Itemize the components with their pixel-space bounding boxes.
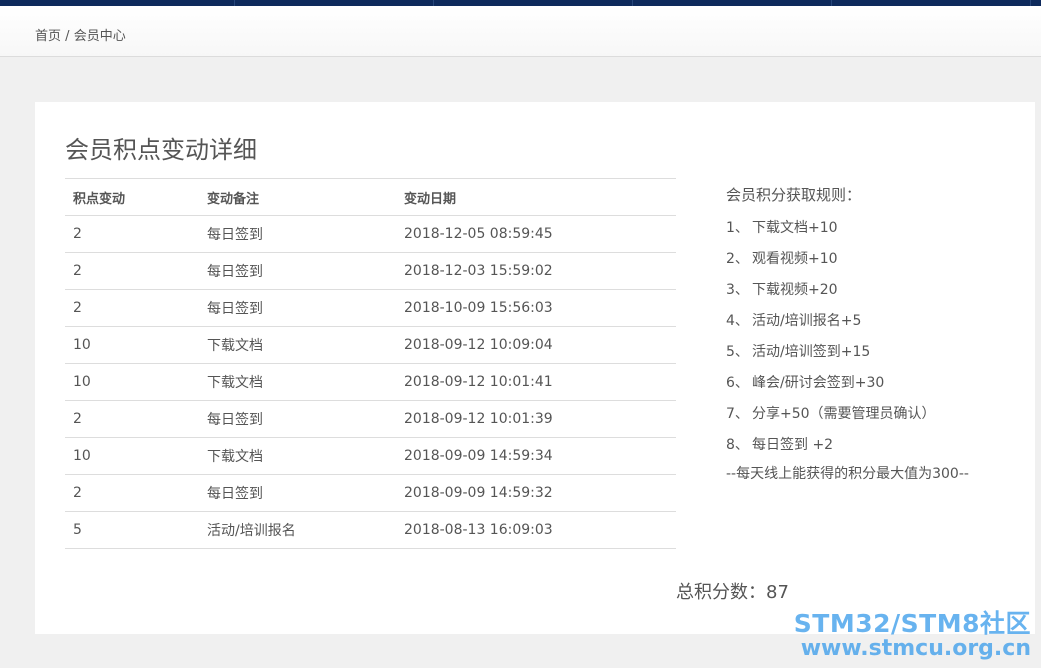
table-row: 2 每日签到 2018-09-09 14:59:32 bbox=[65, 474, 676, 512]
rule-number: 5、 bbox=[726, 344, 749, 360]
cell-date: 2018-12-03 15:59:02 bbox=[396, 252, 676, 290]
table-row: 5 活动/培训报名 2018-08-13 16:09:03 bbox=[65, 511, 676, 549]
cell-points: 2 bbox=[65, 252, 199, 290]
rule-item: 8、 每日签到 +2 bbox=[726, 434, 1016, 465]
rules-title: 会员积分获取规则： bbox=[726, 186, 862, 204]
breadcrumb-bar: 首页 / 会员中心 bbox=[0, 6, 1041, 57]
rule-number: 4、 bbox=[726, 313, 749, 329]
rule-text: 下载文档+10 bbox=[752, 220, 838, 236]
table-row: 10 下载文档 2018-09-12 10:09:04 bbox=[65, 326, 676, 364]
cell-points: 2 bbox=[65, 215, 199, 253]
rule-text: 活动/培训报名+5 bbox=[752, 313, 862, 329]
rule-number: 2、 bbox=[726, 251, 749, 267]
column-header-remark: 变动备注 bbox=[199, 178, 396, 216]
rule-text: 下载视频+20 bbox=[752, 282, 838, 298]
rule-text: 峰会/研讨会签到+30 bbox=[752, 375, 885, 391]
table-row: 2 每日签到 2018-10-09 15:56:03 bbox=[65, 289, 676, 327]
table-row: 2 每日签到 2018-09-12 10:01:39 bbox=[65, 400, 676, 438]
breadcrumb-current-link[interactable]: 会员中心 bbox=[74, 29, 126, 44]
cell-remark: 下载文档 bbox=[199, 437, 396, 475]
total-points: 总积分数：87 bbox=[676, 578, 789, 604]
rule-item: 2、 观看视频+10 bbox=[726, 248, 1016, 279]
rule-number: 8、 bbox=[726, 437, 749, 453]
cell-points: 10 bbox=[65, 326, 199, 364]
breadcrumb-home-link[interactable]: 首页 bbox=[35, 29, 61, 44]
cell-date: 2018-09-12 10:01:41 bbox=[396, 363, 676, 401]
watermark-site-name: STM32/STM8社区 bbox=[793, 608, 1031, 638]
cell-remark: 活动/培训报名 bbox=[199, 511, 396, 549]
cell-date: 2018-08-13 16:09:03 bbox=[396, 511, 676, 549]
rule-item: 5、 活动/培训签到+15 bbox=[726, 341, 1016, 372]
rule-text: 活动/培训签到+15 bbox=[752, 344, 871, 360]
cell-remark: 每日签到 bbox=[199, 474, 396, 512]
rule-item: 3、 下载视频+20 bbox=[726, 279, 1016, 310]
cell-remark: 每日签到 bbox=[199, 252, 396, 290]
rule-number: 7、 bbox=[726, 406, 749, 422]
cell-points: 2 bbox=[65, 400, 199, 438]
cell-points: 10 bbox=[65, 363, 199, 401]
rule-item: 1、 下载文档+10 bbox=[726, 217, 1016, 248]
table-row: 10 下载文档 2018-09-09 14:59:34 bbox=[65, 437, 676, 475]
cell-points: 2 bbox=[65, 474, 199, 512]
points-rules: 会员积分获取规则： 1、 下载文档+10 2、 观看视频+10 3、 下载视频+20 … bbox=[726, 184, 1016, 483]
cell-remark: 每日签到 bbox=[199, 400, 396, 438]
cell-remark: 下载文档 bbox=[199, 363, 396, 401]
breadcrumb-separator: / bbox=[65, 29, 70, 44]
cell-date: 2018-09-09 14:59:34 bbox=[396, 437, 676, 475]
column-header-date: 变动日期 bbox=[396, 178, 676, 216]
column-header-points: 积点变动 bbox=[65, 178, 199, 216]
rules-daily-limit-note: --每天线上能获得的积分最大值为300-- bbox=[726, 466, 969, 482]
rule-text: 每日签到 +2 bbox=[752, 437, 834, 453]
points-panel: 会员积点变动详细 积点变动 变动备注 变动日期 2 每日签到 2018-12-0… bbox=[35, 102, 1035, 634]
table-header-row: 积点变动 变动备注 变动日期 bbox=[65, 178, 676, 216]
table-row: 2 每日签到 2018-12-05 08:59:45 bbox=[65, 215, 676, 253]
cell-points: 10 bbox=[65, 437, 199, 475]
total-points-value: 87 bbox=[766, 582, 789, 603]
watermark-site-url: www.stmcu.org.cn bbox=[800, 635, 1031, 661]
cell-date: 2018-09-09 14:59:32 bbox=[396, 474, 676, 512]
cell-remark: 下载文档 bbox=[199, 326, 396, 364]
cell-date: 2018-12-05 08:59:45 bbox=[396, 215, 676, 253]
site-watermark: STM32/STM8社区 www.stmcu.org.cn bbox=[793, 608, 1031, 661]
rule-text: 分享+50（需要管理员确认） bbox=[752, 406, 936, 422]
rule-item: 6、 峰会/研讨会签到+30 bbox=[726, 372, 1016, 403]
rule-item: 7、 分享+50（需要管理员确认） bbox=[726, 403, 1016, 434]
cell-remark: 每日签到 bbox=[199, 289, 396, 327]
rule-text: 观看视频+10 bbox=[752, 251, 838, 267]
table-row: 2 每日签到 2018-12-03 15:59:02 bbox=[65, 252, 676, 290]
rule-number: 1、 bbox=[726, 220, 749, 236]
cell-points: 2 bbox=[65, 289, 199, 327]
rules-list: 1、 下载文档+10 2、 观看视频+10 3、 下载视频+20 4、 活动/培训报名+… bbox=[726, 217, 1016, 465]
page-title: 会员积点变动详细 bbox=[65, 136, 257, 164]
breadcrumb: 首页 / 会员中心 bbox=[35, 25, 126, 44]
cell-points: 5 bbox=[65, 511, 199, 549]
table-row: 10 下载文档 2018-09-12 10:01:41 bbox=[65, 363, 676, 401]
total-points-label: 总积分数： bbox=[676, 582, 766, 603]
rule-number: 6、 bbox=[726, 375, 749, 391]
rule-number: 3、 bbox=[726, 282, 749, 298]
cell-date: 2018-09-12 10:09:04 bbox=[396, 326, 676, 364]
points-change-table: 积点变动 变动备注 变动日期 2 每日签到 2018-12-05 08:59:4… bbox=[65, 178, 676, 549]
cell-date: 2018-10-09 15:56:03 bbox=[396, 289, 676, 327]
cell-remark: 每日签到 bbox=[199, 215, 396, 253]
rule-item: 4、 活动/培训报名+5 bbox=[726, 310, 1016, 341]
cell-date: 2018-09-12 10:01:39 bbox=[396, 400, 676, 438]
